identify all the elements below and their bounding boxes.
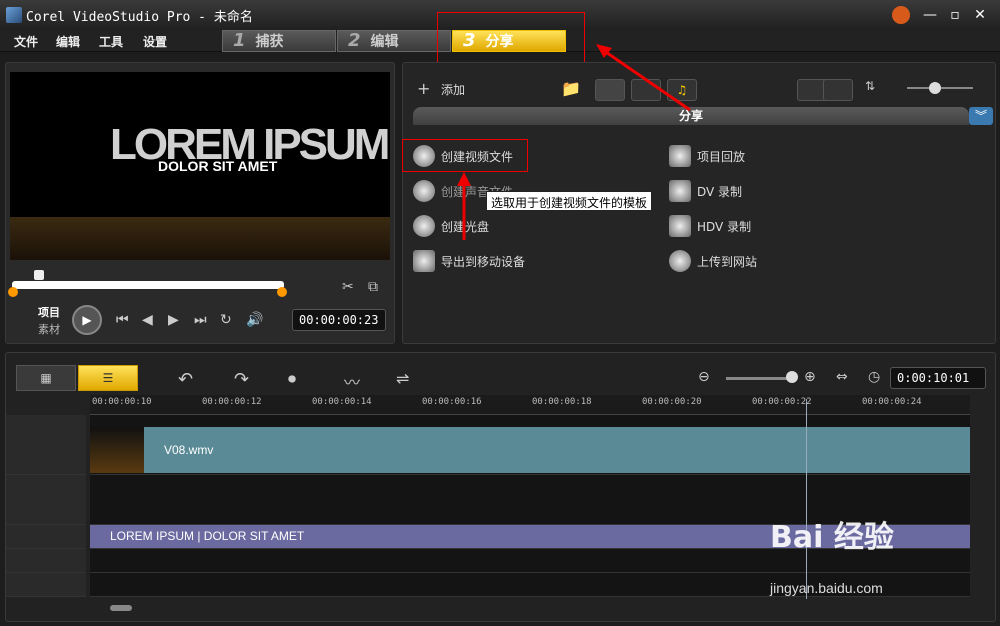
preview-panel: LOREM IPSUM DOLOR SIT AMET ✂ ⧉ 项目 素材 ▶ ⏮… [5, 62, 395, 344]
hd-camcorder-icon [669, 215, 691, 237]
music-track-header[interactable] [6, 573, 86, 597]
prev-frame-icon[interactable]: ◀ [142, 312, 153, 328]
menu-tools[interactable]: 工具 [99, 33, 123, 50]
menu-file[interactable]: 文件 [14, 33, 38, 50]
audio-mixer-icon[interactable]: 〰 [344, 369, 360, 393]
share-panel-header: 分享 [413, 107, 969, 125]
tooltip: 选取用于创建视频文件的模板 [486, 191, 652, 211]
zoom-out-icon[interactable]: ⊖ [698, 369, 710, 385]
app-icon [6, 7, 22, 23]
duration-field: 0:00:10:01 [890, 367, 986, 389]
audio-filter-button[interactable]: ♫ [667, 79, 697, 101]
video-track[interactable]: V08.wmv [90, 415, 970, 475]
tick-label: 00:00:00:16 [422, 397, 482, 407]
video-clip-label: V08.wmv [164, 443, 214, 457]
playback-icon [669, 145, 691, 167]
zoom-in-icon[interactable]: ⊕ [804, 369, 816, 385]
step-edit[interactable]: 2 编辑 [337, 30, 451, 52]
tick-label: 00:00:00:22 [752, 397, 812, 407]
tick-label: 00:00:00:20 [642, 397, 702, 407]
window-title: Corel VideoStudio Pro - 未命名 [26, 10, 253, 25]
folder-icon[interactable]: 📁 [561, 79, 581, 98]
undo-icon[interactable]: ↶ [178, 369, 193, 390]
sort-icon[interactable]: ⇅ [865, 79, 875, 93]
help-icon[interactable] [892, 6, 910, 24]
maximize-button[interactable]: ▫ [945, 6, 965, 24]
volume-icon[interactable]: 🔊 [246, 312, 263, 328]
timeline-view-button[interactable]: ☰ [78, 365, 138, 391]
fit-timeline-icon[interactable]: ⇔ [836, 369, 848, 385]
close-button[interactable]: ✕ [970, 6, 990, 24]
menu-settings[interactable]: 设置 [143, 33, 167, 50]
playhead[interactable] [806, 399, 807, 599]
repeat-icon[interactable]: ↻ [220, 312, 232, 328]
mode-project[interactable]: 项目 [38, 304, 60, 320]
audio-disc-icon [413, 180, 435, 202]
city-skyline-image [10, 217, 390, 260]
thumbnail-size-handle[interactable] [929, 82, 941, 94]
disc-icon [413, 215, 435, 237]
highlight-box-create-video [402, 139, 528, 172]
record-capture-icon[interactable]: ⏺ [288, 369, 296, 389]
title-track-header[interactable] [6, 525, 86, 549]
next-frame-icon[interactable]: ▶ [168, 312, 179, 328]
create-disc[interactable]: 创建光盘 [413, 215, 489, 237]
home-icon[interactable]: ⏮ [116, 312, 129, 328]
menu-edit[interactable]: 编辑 [56, 33, 80, 50]
auto-music-icon[interactable]: ⇌ [396, 369, 409, 388]
dv-record[interactable]: DV 录制 [669, 180, 742, 202]
tick-label: 00:00:00:10 [92, 397, 152, 407]
clip-thumbnail [90, 427, 144, 473]
preview-subtitle-text: DOLOR SIT AMET [158, 158, 278, 174]
baidu-watermark-logo: Bai 经验 [770, 520, 894, 555]
tick-label: 00:00:00:18 [532, 397, 592, 407]
trim-bar[interactable] [12, 281, 284, 289]
trim-start-handle[interactable] [8, 287, 18, 297]
upload-to-web[interactable]: 上传到网站 [669, 250, 757, 272]
globe-icon [669, 250, 691, 272]
zoom-slider[interactable] [726, 377, 792, 380]
copy-icon[interactable]: ⧉ [368, 279, 378, 295]
add-button[interactable]: 添加 [441, 81, 465, 98]
step-capture[interactable]: 1 捕获 [222, 30, 336, 52]
mobile-device-icon [413, 250, 435, 272]
export-to-mobile[interactable]: 导出到移动设备 [413, 250, 525, 272]
highlight-box-share [437, 12, 585, 64]
image-filter-button[interactable] [631, 79, 661, 101]
trim-end-handle[interactable] [277, 287, 287, 297]
horizontal-scrollbar[interactable] [110, 605, 132, 611]
mode-clip[interactable]: 素材 [38, 321, 60, 337]
project-playback[interactable]: 项目回放 [669, 145, 745, 167]
timecode-field[interactable]: 00:00:00:23 [292, 309, 386, 331]
add-icon[interactable]: + [417, 79, 430, 98]
tick-label: 00:00:00:24 [862, 397, 922, 407]
hdv-record[interactable]: HDV 录制 [669, 215, 751, 237]
zoom-slider-handle[interactable] [786, 371, 798, 383]
storyboard-view-button[interactable]: ▦ [16, 365, 76, 391]
voice-track-header[interactable] [6, 549, 86, 573]
time-ruler[interactable]: 00:00:00:10 00:00:00:12 00:00:00:14 00:0… [90, 395, 970, 415]
video-filter-button[interactable] [595, 79, 625, 101]
preview-screen: LOREM IPSUM DOLOR SIT AMET [10, 72, 390, 260]
end-icon[interactable]: ⏭ [194, 312, 207, 328]
tick-label: 00:00:00:14 [312, 397, 372, 407]
video-clip[interactable]: V08.wmv [90, 427, 970, 473]
grid-view-button[interactable] [823, 79, 853, 101]
tick-label: 00:00:00:12 [202, 397, 262, 407]
baidu-watermark-url: jingyan.baidu.com [770, 580, 883, 596]
clock-icon: ◷ [868, 369, 881, 385]
scrubber-handle[interactable] [34, 270, 44, 280]
collapse-icon[interactable]: ︾ [969, 107, 993, 125]
play-button[interactable]: ▶ [72, 305, 102, 335]
minimize-button[interactable]: — [920, 6, 940, 24]
redo-icon[interactable]: ↷ [234, 369, 249, 390]
scissors-icon[interactable]: ✂ [342, 279, 354, 295]
video-track-header[interactable] [6, 415, 86, 475]
camcorder-icon [669, 180, 691, 202]
overlay-track-header[interactable] [6, 475, 86, 525]
